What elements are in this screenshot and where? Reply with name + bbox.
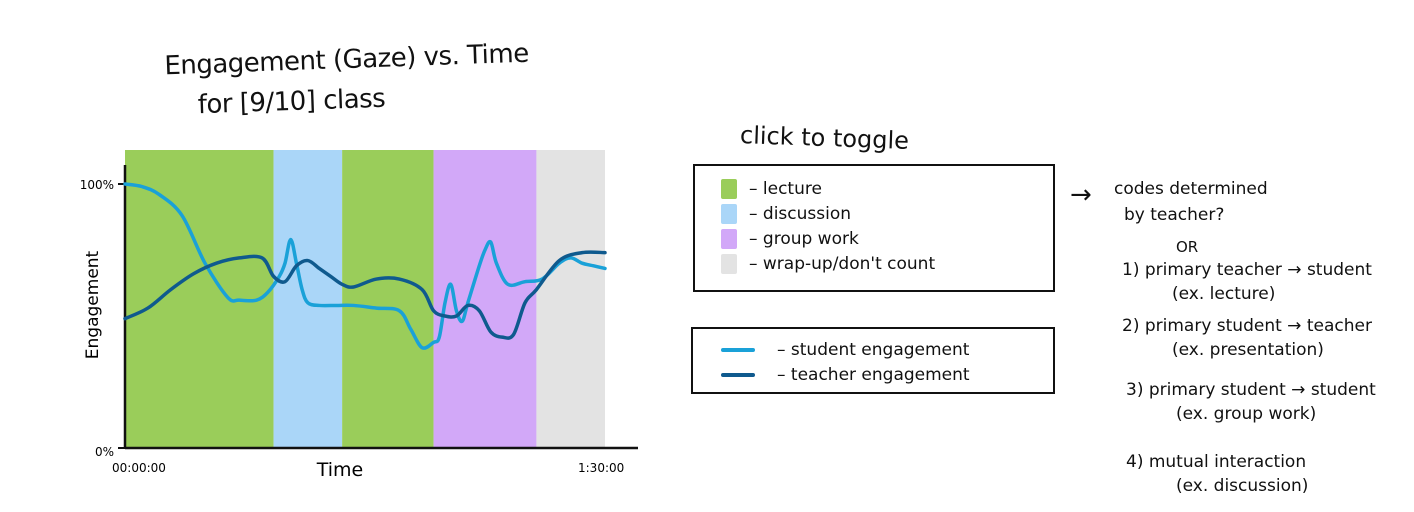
group-work-swatch (721, 228, 737, 249)
note-item: 1) primary teacher → student (ex. lectur… (1122, 260, 1372, 304)
series-legend: – student engagement – teacher engagemen… (691, 327, 1055, 394)
notes-heading: codes determined by teacher? (1114, 179, 1268, 225)
lecture-swatch (721, 178, 737, 199)
legend-label: – teacher engagement (777, 364, 970, 385)
legend-label: – lecture (749, 178, 822, 199)
legend-item-lecture[interactable]: – lecture (721, 176, 1053, 201)
legend-label: – student engagement (777, 339, 970, 360)
student-line-swatch (721, 347, 755, 352)
y-axis-label: Engagement (83, 250, 103, 359)
teacher-line-swatch (721, 372, 755, 377)
legend-item-group-work[interactable]: – group work (721, 226, 1053, 251)
x-axis-label: Time (316, 459, 364, 481)
phase-bands (125, 150, 605, 448)
phase-band-wrap-up-don-t-count (536, 150, 605, 448)
legend-item-student-engagement[interactable]: – student engagement (721, 337, 1053, 362)
wrap-up-swatch (721, 253, 737, 274)
note-item: 3) primary student → student (ex. group … (1126, 380, 1376, 424)
x-tick-label-end: 1:30:00 (578, 461, 624, 475)
discussion-swatch (721, 203, 737, 224)
legend-item-discussion[interactable]: – discussion (721, 201, 1053, 226)
phase-band-group-work (433, 150, 537, 448)
phase-band-lecture (342, 150, 434, 448)
note-item: 2) primary student → teacher (ex. presen… (1122, 316, 1372, 360)
legend-item-teacher-engagement[interactable]: – teacher engagement (721, 362, 1053, 387)
x-tick-label-start: 00:00:00 (112, 461, 166, 475)
toggle-instruction: click to toggle (739, 121, 910, 155)
arrow-right-icon: → (1070, 180, 1092, 210)
phase-legend: – lecture – discussion – group work – wr… (693, 164, 1055, 292)
phase-band-lecture (125, 150, 274, 448)
y-tick-label-max: 100% (80, 178, 114, 192)
legend-label: – wrap-up/don't count (749, 253, 936, 274)
legend-item-wrap-up[interactable]: – wrap-up/don't count (721, 251, 1053, 276)
y-tick-label-min: 0% (95, 445, 114, 459)
notes-or: OR (1176, 238, 1199, 256)
phase-band-discussion (273, 150, 343, 448)
engagement-chart: 100% 0% 00:00:00 1:30:00 Time Engagement (80, 150, 638, 481)
legend-label: – discussion (749, 203, 852, 224)
note-item: 4) mutual interaction (ex. discussion) (1126, 452, 1309, 496)
legend-label: – group work (749, 228, 859, 249)
